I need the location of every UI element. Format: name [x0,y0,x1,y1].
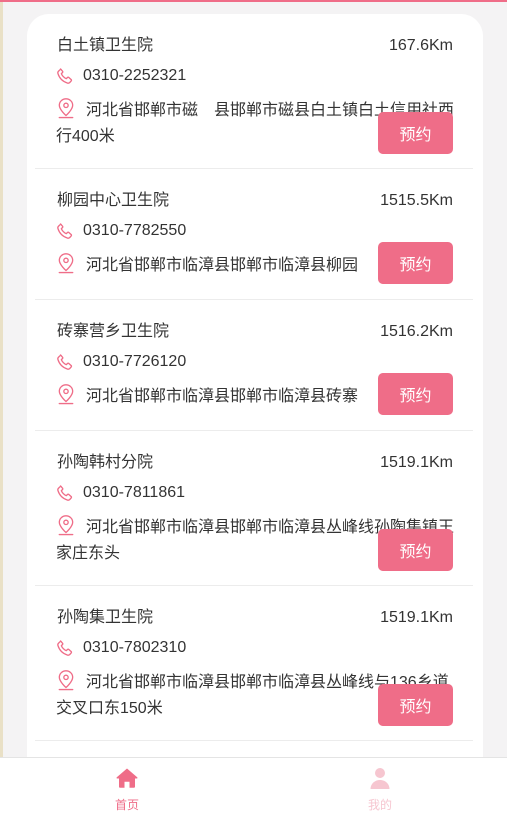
phone-number: 0310-7811861 [83,484,186,501]
hospital-name: 白土镇卫生院 [57,37,154,54]
hospital-name: 砖寨营乡卫生院 [57,323,170,340]
hospital-name: 柳园中心卫生院 [57,192,170,209]
tab-home[interactable]: 首页 [87,766,167,814]
address-text: 河北省邯郸市临漳县邯郸市临漳县砖寨 [86,388,359,405]
bottom-tab-bar: 首页 我的 [0,757,507,819]
top-accent-bar [0,0,507,2]
home-icon [116,768,138,788]
list-item[interactable]: 孙陶集卫生院 1519.1Km 0310-7802310 河北省邯郸市临漳县邯郸… [27,586,483,741]
divider [35,740,473,741]
phone-row[interactable]: 0310-7726120 [55,350,186,374]
location-pin-icon [58,670,74,691]
phone-row[interactable]: 0310-2252321 [55,64,186,88]
phone-icon [57,354,73,370]
book-button[interactable]: 预约 [378,242,453,284]
hospital-distance: 1519.1Km [380,609,453,626]
address-text: 河北省邯郸市临漳县邯郸市临漳县柳园 [86,257,359,274]
location-pin-icon [58,253,74,274]
list-item[interactable]: 砖寨营乡卫生院 1516.2Km 0310-7726120 河北省邯郸市临漳县邯… [27,300,483,431]
location-pin-icon [58,515,74,536]
left-edge-strip [0,2,3,762]
phone-icon [57,223,73,239]
address-row: 河北省邯郸市临漳县邯郸市临漳县砖寨 [56,383,386,410]
phone-number: 0310-2252321 [83,67,187,84]
hospital-name: 孙陶集卫生院 [57,609,154,626]
hospital-distance: 1519.1Km [380,454,453,471]
book-button[interactable]: 预约 [378,529,453,571]
phone-number: 0310-7726120 [83,353,187,370]
tab-home-label: 首页 [114,798,139,812]
phone-row[interactable]: 0310-7811861 [55,481,185,505]
phone-icon [57,485,73,501]
phone-number: 0310-7802310 [83,639,187,656]
phone-row[interactable]: 0310-7782550 [55,219,186,243]
hospital-name: 孙陶韩村分院 [57,454,154,471]
phone-row[interactable]: 0310-7802310 [55,636,186,660]
user-icon [370,768,390,789]
phone-icon [57,640,73,656]
list-item[interactable]: 孙陶韩村分院 1519.1Km 0310-7811861 河北省邯郸市临漳县邯郸… [27,431,483,586]
phone-number: 0310-7782550 [83,222,187,239]
hospital-list: 白土镇卫生院 167.6Km 0310-2252321 河北省邯郸市磁 县邯郸市… [27,14,483,794]
tab-mine-label: 我的 [367,798,392,812]
book-button[interactable]: 预约 [378,684,453,726]
list-item[interactable]: 白土镇卫生院 167.6Km 0310-2252321 河北省邯郸市磁 县邯郸市… [27,14,483,169]
tab-mine[interactable]: 我的 [340,766,420,814]
hospital-distance: 167.6Km [388,37,453,54]
location-pin-icon [58,98,74,119]
phone-icon [57,68,73,84]
book-button[interactable]: 预约 [378,112,453,154]
list-item[interactable]: 柳园中心卫生院 1515.5Km 0310-7782550 河北省邯郸市临漳县邯… [27,169,483,300]
address-row: 河北省邯郸市临漳县邯郸市临漳县柳园 [56,252,386,279]
book-button[interactable]: 预约 [378,373,453,415]
hospital-distance: 1515.5Km [380,192,453,209]
location-pin-icon [58,384,74,405]
hospital-distance: 1516.2Km [380,323,453,340]
